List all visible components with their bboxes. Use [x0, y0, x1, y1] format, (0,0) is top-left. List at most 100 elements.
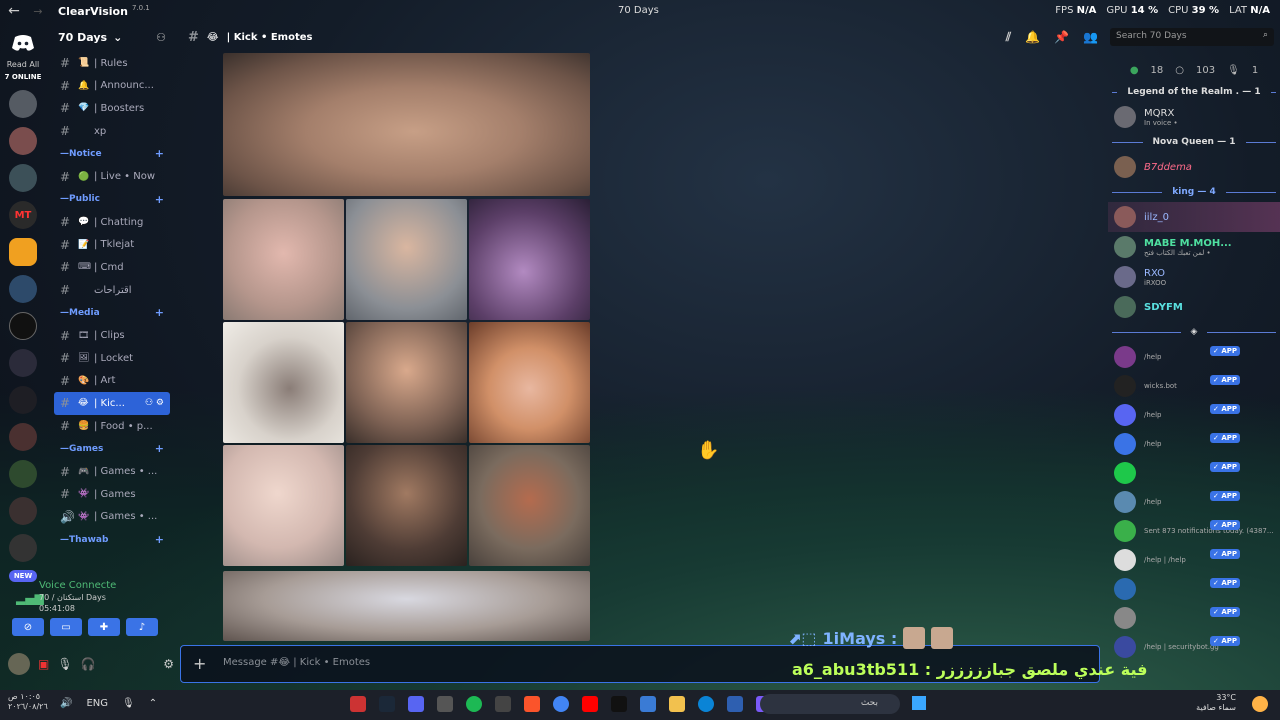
server-icon[interactable]: [9, 460, 37, 488]
discord-icon[interactable]: [408, 696, 424, 712]
member-item[interactable]: MABE M.MOH... لمن تعبك الكتاب فتح •: [1108, 232, 1280, 262]
channel-item[interactable]: # 📝 | Tklejat: [46, 234, 174, 257]
add-attachment-icon[interactable]: +: [193, 654, 206, 673]
youtube-icon[interactable]: [582, 696, 598, 712]
member-item[interactable]: RXO iRXOO: [1108, 262, 1280, 292]
pin-icon[interactable]: 📌: [1054, 30, 1069, 45]
voice-status[interactable]: Voice Connecte: [39, 580, 116, 591]
bot-item[interactable]: /help ✓ APP: [1108, 400, 1280, 429]
server-icon[interactable]: [9, 534, 37, 562]
bot-item[interactable]: wicks.bot ✓ APP: [1108, 371, 1280, 400]
bot-item[interactable]: /help ✓ APP: [1108, 342, 1280, 371]
add-channel-icon[interactable]: +: [155, 147, 164, 160]
category-notice[interactable]: — Notice +: [46, 142, 174, 165]
speaker-icon[interactable]: 🔊: [60, 698, 72, 709]
settings-icon[interactable]: [495, 696, 511, 712]
gif-image[interactable]: [223, 571, 590, 641]
bot-item[interactable]: /help ✓ APP: [1108, 429, 1280, 458]
channel-item[interactable]: # 💬 | Chatting: [46, 211, 174, 234]
folder-icon[interactable]: [669, 696, 685, 712]
gif-image[interactable]: [223, 322, 344, 443]
activity-icon[interactable]: ✚: [88, 618, 120, 636]
category-thawab[interactable]: — Thawab +: [46, 528, 174, 551]
gif-image[interactable]: [223, 199, 344, 320]
channel-item[interactable]: # 🎮 | Games • ...: [46, 460, 174, 483]
channel-item[interactable]: # اقتراحات: [46, 279, 174, 302]
bot-item[interactable]: ✓ APP: [1108, 458, 1280, 487]
channel-item[interactable]: # xp: [46, 120, 174, 143]
server-icon[interactable]: [9, 349, 37, 377]
category-media[interactable]: — Media +: [46, 301, 174, 324]
bot-item[interactable]: /help ✓ APP: [1108, 487, 1280, 516]
screen-share-icon[interactable]: ▭: [50, 618, 82, 636]
server-icon[interactable]: [9, 90, 37, 118]
read-all-button[interactable]: Read All: [7, 60, 40, 69]
camera-off-icon[interactable]: ▣: [38, 657, 49, 671]
member-item[interactable]: MQRX In voice •: [1108, 102, 1280, 132]
channel-item[interactable]: # ⌨ | Cmd: [46, 256, 174, 279]
channel-item[interactable]: # 🟢 | Live • Now: [46, 165, 174, 188]
gear-icon[interactable]: ⚙: [163, 657, 174, 671]
channel-item[interactable]: # 🎞 | Clips: [46, 324, 174, 347]
gif-image[interactable]: [223, 53, 590, 196]
soundboard-icon[interactable]: ♪: [126, 618, 158, 636]
channel-item[interactable]: 🔊 👾 | Games • ...: [46, 506, 174, 529]
gif-image[interactable]: [469, 199, 590, 320]
microphone-icon[interactable]: 🎙: [57, 657, 72, 671]
invite-icon[interactable]: ⚇: [156, 31, 166, 44]
bot-item[interactable]: ✓ APP: [1108, 603, 1280, 632]
steam-icon[interactable]: [379, 696, 395, 712]
threads-icon[interactable]: ⫽: [1006, 30, 1011, 45]
channel-item[interactable]: # 👾 | Games: [46, 483, 174, 506]
server-icon[interactable]: [9, 127, 37, 155]
bot-item[interactable]: /help | securitybot.gg ✓ APP: [1108, 632, 1280, 661]
channel-item[interactable]: # 📜 | Rules: [46, 52, 174, 75]
gif-image[interactable]: [346, 322, 467, 443]
channel-item[interactable]: # 🔔 | Announc...: [46, 75, 174, 98]
language-indicator[interactable]: ENG: [86, 698, 108, 709]
server-icon[interactable]: [9, 497, 37, 525]
camera-off-icon[interactable]: ⊘: [12, 618, 44, 636]
home-button[interactable]: [8, 28, 38, 58]
member-item[interactable]: B7ddema: [1108, 152, 1280, 182]
brave-icon[interactable]: [524, 696, 540, 712]
bot-item[interactable]: /help | /help ✓ APP: [1108, 545, 1280, 574]
channel-settings-icon[interactable]: ⚇ ⚙: [145, 398, 164, 408]
gif-image[interactable]: [469, 322, 590, 443]
store-icon[interactable]: [640, 696, 656, 712]
server-icon[interactable]: [9, 423, 37, 451]
search-input[interactable]: Search 70 Days ⌕: [1110, 28, 1274, 46]
category-public[interactable]: — Public +: [46, 188, 174, 211]
member-item[interactable]: iilz_0: [1108, 202, 1280, 232]
server-icon[interactable]: [9, 312, 37, 340]
server-header[interactable]: 70 Days ⌄ ⚇: [46, 22, 174, 52]
add-channel-icon[interactable]: +: [155, 306, 164, 319]
taskbar-search[interactable]: بحث: [760, 694, 900, 714]
gif-image[interactable]: [346, 199, 467, 320]
headphones-icon[interactable]: 🎧: [81, 657, 96, 671]
server-icon[interactable]: [9, 275, 37, 303]
channel-item[interactable]: # 🎨 | Art: [46, 370, 174, 393]
obs-icon[interactable]: [437, 696, 453, 712]
channel-item[interactable]: # 🍔 | Food • p...: [46, 415, 174, 438]
server-icon[interactable]: [9, 164, 37, 192]
forward-arrow-icon[interactable]: →: [28, 5, 48, 18]
microphone-icon[interactable]: 🎙: [122, 698, 135, 709]
gif-image[interactable]: [223, 445, 344, 566]
bot-item[interactable]: ✓ APP: [1108, 574, 1280, 603]
add-channel-icon[interactable]: +: [155, 533, 164, 546]
edge-icon[interactable]: [698, 696, 714, 712]
gif-image[interactable]: [346, 445, 467, 566]
add-channel-icon[interactable]: +: [155, 193, 164, 206]
gif-image[interactable]: [469, 445, 590, 566]
windows-start-icon[interactable]: [912, 696, 926, 710]
message-input[interactable]: Message #😂 | Kick • Emotes: [223, 657, 370, 668]
spotify-icon[interactable]: [466, 696, 482, 712]
bot-item[interactable]: Sent 873 notifications today. (4387... ✓ …: [1108, 516, 1280, 545]
mail-icon[interactable]: [727, 696, 743, 712]
server-icon[interactable]: MT: [9, 201, 37, 229]
back-arrow-icon[interactable]: ←: [0, 3, 28, 19]
member-item[interactable]: SDYFM: [1108, 292, 1280, 322]
members-icon[interactable]: 👥: [1083, 30, 1098, 45]
tiktok-icon[interactable]: [611, 696, 627, 712]
